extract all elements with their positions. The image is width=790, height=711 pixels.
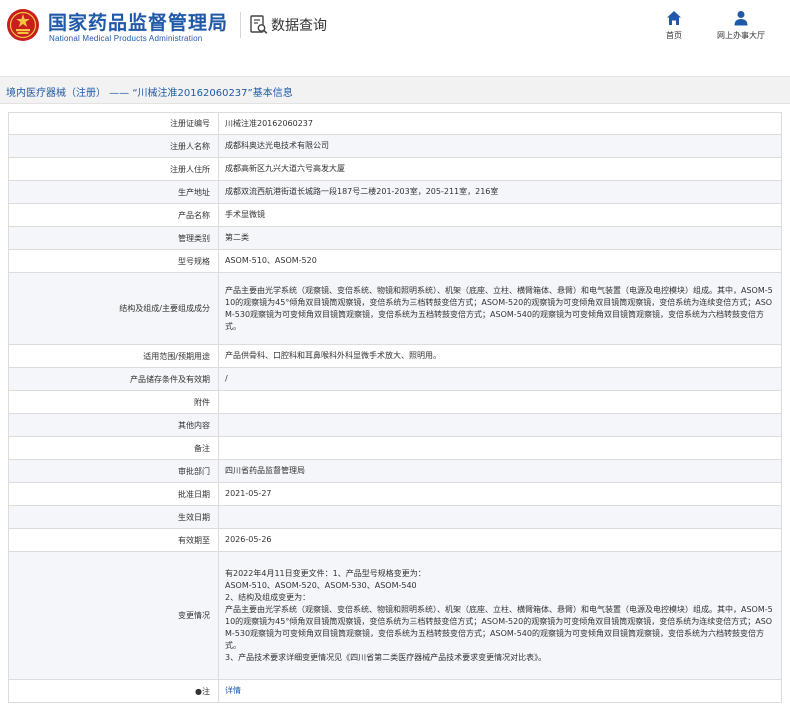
field-value: 第二类 (218, 226, 782, 250)
field-label: 注册人名称 (8, 134, 219, 158)
change-history-label: 变更情况 (8, 551, 219, 680)
section-title-bar: 境内医疗器械（注册） —— “川械注准20162060237”基本信息 (0, 76, 790, 104)
field-value: 成都双流西航港街道长城路一段187号二楼201-203室，205-211室，21… (218, 180, 782, 204)
change-line: 产品主要由光学系统（观察镜、变倍系统、物镜和照明系统）、机架（底座、立柱、横臂箱… (225, 604, 773, 650)
field-label: 有效期至 (8, 528, 219, 552)
field-label: 适用范围/预期用途 (8, 344, 219, 368)
field-label: 注册人住所 (8, 157, 219, 181)
change-history-value: 有2022年4月11日变更文件：1、产品型号规格变更为： ASOM-510、AS… (218, 551, 782, 680)
breadcrumb-record-title: “川械注准20162060237”基本信息 (132, 88, 293, 99)
site-header: 国家药品监督管理局 National Medical Products Admi… (0, 0, 790, 56)
field-value: 手术显微镜 (218, 203, 782, 227)
field-value: 成都科奥达光电技术有限公司 (218, 134, 782, 158)
field-label: 生效日期 (8, 505, 219, 529)
field-label: 审批部门 (8, 459, 219, 483)
field-value: ASOM-510、ASOM-520 (218, 249, 782, 273)
field-label: 结构及组成/主要组成成分 (8, 272, 219, 345)
field-value: 2021-05-27 (218, 482, 782, 506)
detail-link[interactable]: 详情 (225, 686, 241, 695)
field-value (218, 390, 782, 414)
field-value: 产品供骨科、口腔科和耳鼻喉科外科显微手术放大、照明用。 (218, 344, 782, 368)
field-label: 管理类别 (8, 226, 219, 250)
field-value: 产品主要由光学系统（观察镜、变倍系统、物镜和照明系统）、机架（底座、立柱、横臂箱… (218, 272, 782, 345)
national-emblem-logo (7, 9, 39, 41)
change-line: 有2022年4月11日变更文件：1、产品型号规格变更为： (225, 568, 426, 578)
note-value: 详情 (218, 679, 782, 703)
field-label: 附件 (8, 390, 219, 414)
field-value: / (218, 367, 782, 391)
field-label: 型号规格 (8, 249, 219, 273)
field-value: 川械注准20162060237 (218, 112, 782, 135)
field-label: 产品储存条件及有效期 (8, 367, 219, 391)
breadcrumb-separator: —— (106, 88, 133, 99)
home-icon (667, 11, 681, 25)
breadcrumb: 境内医疗器械（注册） —— “川械注准20162060237”基本信息 (6, 84, 293, 99)
device-info-table: 注册证编号 川械注准20162060237 注册人名称 成都科奥达光电技术有限公司 … (8, 112, 782, 703)
nav-online-service-link[interactable]: 网上办事大厅 (710, 10, 772, 41)
document-search-icon (250, 15, 268, 34)
field-label: 其他内容 (8, 413, 219, 437)
field-label: 注册证编号 (8, 112, 219, 135)
change-line: ASOM-510、ASOM-520、ASOM-530、ASOM-540 (225, 580, 417, 590)
nav-online-service-label: 网上办事大厅 (717, 31, 765, 40)
field-label: 生产地址 (8, 180, 219, 204)
field-label: 批准日期 (8, 482, 219, 506)
header-divider (240, 12, 241, 38)
user-icon (734, 11, 748, 26)
field-value (218, 505, 782, 529)
nav-home-label: 首页 (666, 31, 682, 40)
note-label: ●注 (8, 679, 219, 703)
field-value (218, 436, 782, 460)
field-value: 四川省药品监督管理局 (218, 459, 782, 483)
field-value (218, 413, 782, 437)
field-value: 成都高新区九兴大道六号高发大厦 (218, 157, 782, 181)
change-line: 2、结构及组成变更为： (225, 592, 311, 602)
nav-home-link[interactable]: 首页 (656, 10, 692, 41)
data-query-title: 数据查询 (271, 18, 327, 34)
breadcrumb-category-link[interactable]: 境内医疗器械（注册） (6, 88, 106, 99)
site-subtitle: National Medical Products Administration (49, 34, 203, 43)
field-value: 2026-05-26 (218, 528, 782, 552)
change-line: 3、产品技术要求详细变更情况见《四川省第二类医疗器械产品技术要求变更情况对比表》… (225, 652, 547, 662)
site-title: 国家药品监督管理局 (48, 12, 229, 34)
field-label: 备注 (8, 436, 219, 460)
field-label: 产品名称 (8, 203, 219, 227)
